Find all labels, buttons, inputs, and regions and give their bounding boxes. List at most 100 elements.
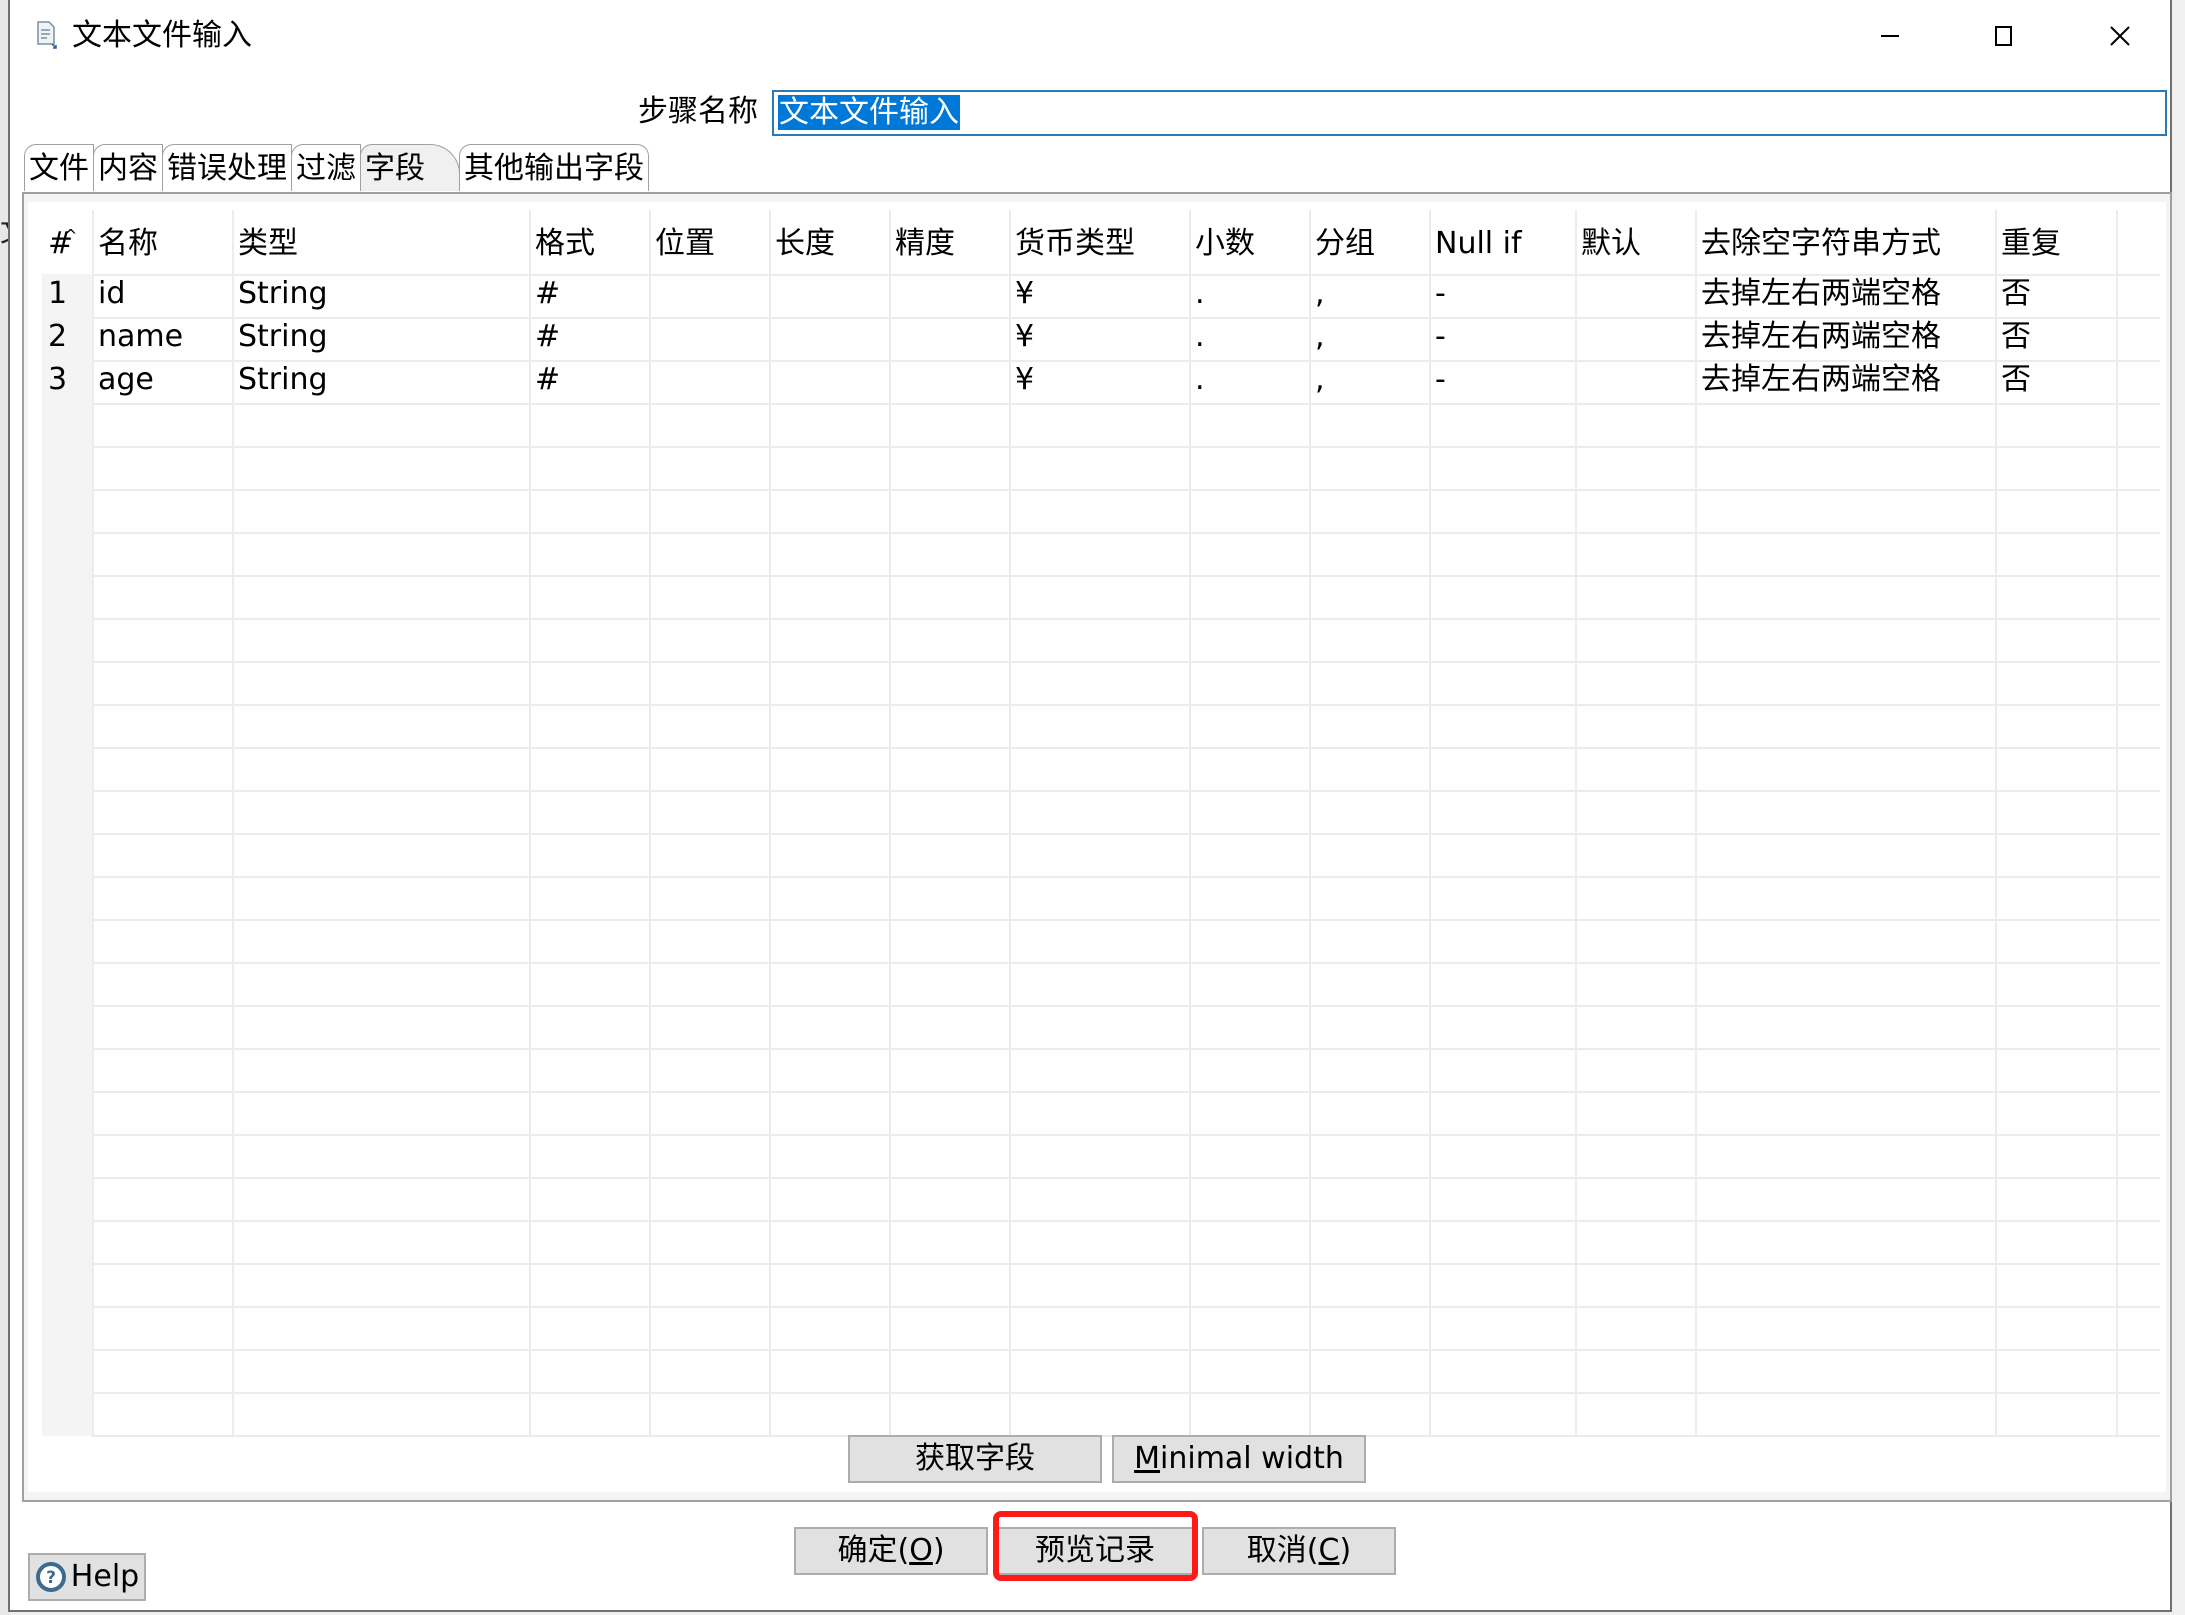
tab-bar: 文件 内容 错误处理 过滤 字段 其他输出字段 [24, 144, 649, 192]
table-cell[interactable]: 去掉左右两端空格 [1701, 315, 1941, 359]
table-cell[interactable]: , [1315, 358, 1325, 402]
table-cell[interactable]: name [98, 315, 183, 359]
preview-records-button[interactable]: 预览记录 [994, 1527, 1196, 1575]
tab-error-handling[interactable]: 错误处理 [162, 144, 292, 191]
maximize-button[interactable] [1974, 14, 2034, 58]
tab-additional-output-fields[interactable]: 其他输出字段 [459, 144, 649, 191]
minimal-width-button[interactable]: Minimal width [1112, 1435, 1366, 1483]
tab-filter[interactable]: 过滤 [291, 144, 361, 191]
fields-table[interactable]: # 名称 类型 格式 位置 长度 精度 货币类型 小数 分组 Null if 默认 去除空字符串方式 重复… [42, 210, 2160, 1437]
row-divider [92, 532, 2160, 534]
svg-text:?: ? [46, 1568, 56, 1588]
column-header[interactable]: Null if [1435, 222, 1522, 266]
column-header[interactable]: 去除空字符串方式 [1701, 222, 1941, 266]
column-header[interactable]: 小数 [1195, 222, 1255, 266]
get-fields-button[interactable]: 获取字段 [848, 1435, 1102, 1483]
table-cell[interactable]: - [1435, 272, 1446, 316]
tab-content[interactable]: 内容 [93, 144, 163, 191]
table-cell[interactable]: , [1315, 272, 1325, 316]
table-cell[interactable]: 去掉左右两端空格 [1701, 358, 1941, 402]
table-cell[interactable]: # [535, 358, 560, 402]
table-cell[interactable]: 2 [48, 315, 67, 359]
minimal-width-mnemonic: M [1134, 1441, 1161, 1476]
row-divider [92, 1392, 2160, 1394]
table-cell[interactable]: . [1195, 358, 1205, 402]
title-bar[interactable]: 文本文件输入 [10, 0, 2170, 72]
table-row[interactable]: 1 id String # ¥., - 去掉左右两端空格 否 [42, 273, 2160, 316]
column-header[interactable]: 长度 [775, 222, 835, 266]
table-cell[interactable]: # [535, 272, 560, 316]
table-cell[interactable]: , [1315, 315, 1325, 359]
step-name-input[interactable]: 文本文件输入 [772, 90, 2167, 136]
table-cell[interactable]: - [1435, 315, 1446, 359]
ok-mnemonic: O [909, 1533, 933, 1568]
column-header[interactable]: 精度 [895, 222, 955, 266]
cancel-label-close: ) [1339, 1533, 1352, 1568]
minimal-width-label: inimal width [1160, 1441, 1344, 1476]
minimize-button[interactable] [1860, 14, 1920, 58]
table-cell[interactable]: 1 [48, 272, 67, 316]
table-cell[interactable]: # [535, 315, 560, 359]
row-divider [92, 747, 2160, 749]
close-button[interactable] [2090, 14, 2150, 58]
table-cell[interactable]: age [98, 358, 154, 402]
column-header[interactable]: 位置 [655, 222, 715, 266]
text-file-input-dialog: 文本文件输入 步骤名称 文本文件输入 文件 内容 错误处理 过滤 字段 其他输出… [8, 0, 2172, 1612]
ok-label: 确定( [837, 1533, 910, 1568]
fields-tab-panel: # 名称 类型 格式 位置 长度 精度 货币类型 小数 分组 Null if 默认 去除空字符串方式 重复… [22, 192, 2172, 1502]
minimize-icon [1881, 35, 1899, 37]
table-cell[interactable]: 去掉左右两端空格 [1701, 272, 1941, 316]
window-title: 文本文件输入 [72, 18, 252, 53]
help-icon: ? [35, 1562, 66, 1592]
table-cell[interactable]: 3 [48, 358, 67, 402]
help-label: Help [70, 1559, 140, 1594]
tab-file[interactable]: 文件 [24, 144, 94, 191]
row-divider [92, 790, 2160, 792]
sort-indicator-icon: ^ [64, 226, 78, 245]
column-header[interactable]: 分组 [1315, 222, 1375, 266]
table-cell[interactable]: 否 [2001, 272, 2031, 316]
row-divider [92, 1306, 2160, 1308]
table-cell[interactable]: ¥ [1015, 358, 1034, 402]
row-divider [92, 962, 2160, 964]
table-cell[interactable]: String [238, 272, 328, 316]
table-cell[interactable]: . [1195, 315, 1205, 359]
step-name-label: 步骤名称 [638, 94, 758, 129]
column-header[interactable]: 默认 [1581, 222, 1641, 266]
table-cell[interactable]: id [98, 272, 125, 316]
row-divider [92, 1048, 2160, 1050]
row-divider [92, 575, 2160, 577]
cancel-label: 取消( [1246, 1533, 1319, 1568]
column-header[interactable]: 重复 [2001, 222, 2061, 266]
ok-button[interactable]: 确定(O) [794, 1527, 988, 1575]
table-cell[interactable]: 否 [2001, 358, 2031, 402]
row-divider [92, 661, 2160, 663]
tab-fields[interactable]: 字段 [360, 144, 460, 191]
column-header[interactable]: 格式 [535, 222, 595, 266]
table-cell[interactable]: ¥ [1015, 315, 1034, 359]
table-cell[interactable]: String [238, 315, 328, 359]
column-header[interactable]: 类型 [238, 222, 298, 266]
table-cell[interactable]: . [1195, 272, 1205, 316]
row-divider [92, 618, 2160, 620]
column-header[interactable]: 名称 [98, 222, 158, 266]
row-divider [92, 1005, 2160, 1007]
table-cell[interactable]: 否 [2001, 315, 2031, 359]
help-button[interactable]: ? Help [28, 1553, 146, 1601]
row-divider [92, 919, 2160, 921]
table-row[interactable]: 3 age String # ¥., - 去掉左右两端空格 否 [42, 359, 2160, 402]
table-cell[interactable]: ¥ [1015, 272, 1034, 316]
document-input-icon [37, 21, 57, 49]
cancel-button[interactable]: 取消(C) [1202, 1527, 1396, 1575]
table-row[interactable]: 2 name String # ¥., - 去掉左右两端空格 否 [42, 316, 2160, 359]
close-icon [2110, 26, 2130, 46]
table-cell[interactable]: - [1435, 358, 1446, 402]
row-divider [92, 876, 2160, 878]
row-divider [92, 1134, 2160, 1136]
row-divider [92, 403, 2160, 405]
table-cell[interactable]: String [238, 358, 328, 402]
row-divider [92, 704, 2160, 706]
row-divider [92, 1349, 2160, 1351]
column-header[interactable]: 货币类型 [1015, 222, 1135, 266]
maximize-icon [1995, 26, 2012, 46]
